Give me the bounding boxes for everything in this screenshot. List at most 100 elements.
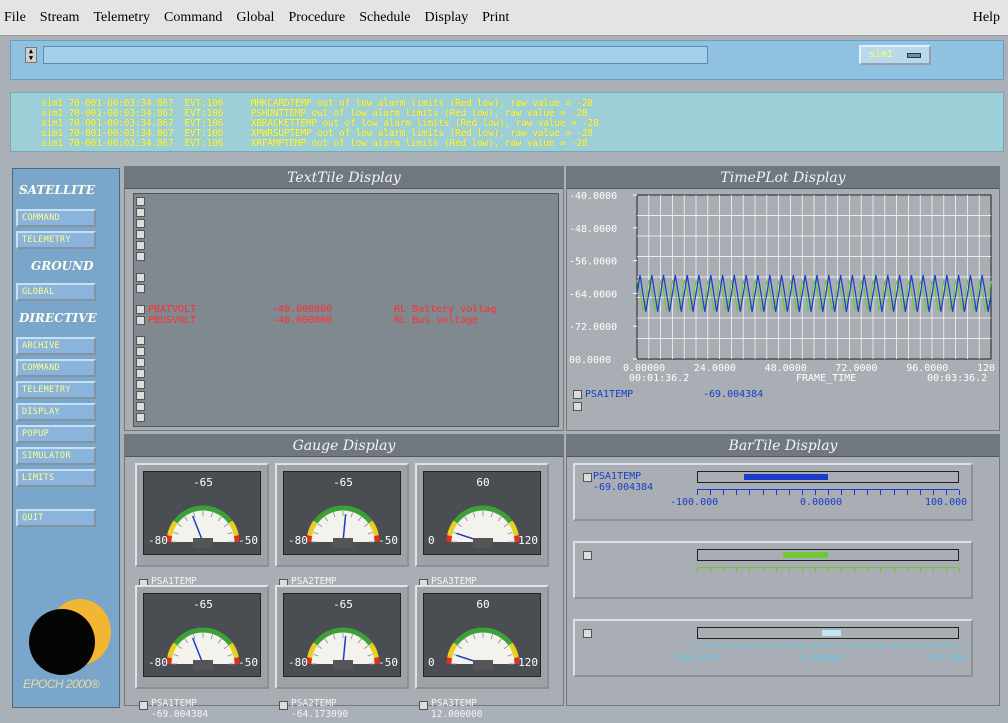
legend-row: PSA1TEMP -69.004384 xyxy=(573,389,993,401)
bar-axis-tick xyxy=(828,646,829,651)
gauge-min-label: 0 xyxy=(428,534,435,547)
row-checkbox[interactable] xyxy=(136,413,145,422)
row-checkbox[interactable] xyxy=(136,358,145,367)
gauge-checkbox[interactable] xyxy=(419,701,428,710)
bar-axis-min: -100.000 xyxy=(670,653,719,664)
nav-popup-button[interactable]: POPUP xyxy=(16,425,96,443)
legend-checkbox[interactable] xyxy=(573,390,582,399)
bar-axis-tick xyxy=(880,490,882,495)
bar-axis-tick xyxy=(801,490,803,495)
command-input[interactable] xyxy=(43,46,708,64)
menu-global[interactable]: Global xyxy=(236,10,274,26)
bar-checkbox[interactable] xyxy=(583,551,592,560)
row-checkbox[interactable] xyxy=(136,402,145,411)
bar-tile-panel: BarTile Display PSA1TEMP -69.004384 -100… xyxy=(566,434,1000,706)
bar-axis-tick xyxy=(801,646,803,651)
gauge-checkbox[interactable] xyxy=(279,701,288,710)
gauge-max-label: -50 xyxy=(238,534,258,547)
row-checkbox[interactable] xyxy=(136,208,145,217)
bar-cell: -100.000 0.00000 100.000 xyxy=(573,619,973,677)
menu-schedule[interactable]: Schedule xyxy=(359,10,410,26)
bar-axis-tick xyxy=(723,490,725,495)
row-checkbox[interactable] xyxy=(136,252,145,261)
bar-axis-tick xyxy=(723,568,725,573)
bar-axis-tick xyxy=(893,646,895,651)
bar-axis-tick xyxy=(906,646,908,651)
gauge-band xyxy=(446,535,453,543)
bar-axis-tick xyxy=(697,646,698,651)
row-checkbox[interactable] xyxy=(136,391,145,400)
panel-title: Gauge Display xyxy=(125,435,563,457)
nav-simulator-button[interactable]: SIMULATOR xyxy=(16,447,96,465)
bar-checkbox[interactable] xyxy=(583,629,592,638)
gauge-face: -80 -65 -50 xyxy=(283,593,401,677)
gauge-face: -80 -65 -50 xyxy=(143,593,261,677)
row-checkbox[interactable] xyxy=(136,380,145,389)
gauge-cell: -80-65-50 PSA1TEMP -69.004384 xyxy=(135,463,269,601)
row-checkbox[interactable] xyxy=(136,305,145,314)
bar-cell xyxy=(573,541,973,599)
gauge-band xyxy=(513,535,520,543)
row-checkbox[interactable] xyxy=(136,197,145,206)
nav-limits-button[interactable]: LIMITS xyxy=(16,469,96,487)
gauge-svg: -80 -65 -50 xyxy=(288,598,398,670)
row-checkbox[interactable] xyxy=(136,336,145,345)
row-checkbox[interactable] xyxy=(136,230,145,239)
gauge-band xyxy=(166,657,173,665)
bar-axis-tick xyxy=(906,490,908,495)
y-tick-label: -48.0000 xyxy=(569,224,617,235)
gauge-checkbox[interactable] xyxy=(139,701,148,710)
row-checkbox[interactable] xyxy=(136,316,145,325)
bar-track xyxy=(697,627,959,639)
row-checkbox[interactable] xyxy=(136,241,145,250)
bar-axis-tick xyxy=(841,490,843,495)
bar-axis-tick xyxy=(775,568,777,573)
legend-checkbox[interactable] xyxy=(573,402,582,411)
nav-ground-global-button[interactable]: GLOBAL xyxy=(16,283,96,301)
bar-axis-tick xyxy=(749,646,751,651)
bar-axis-tick xyxy=(959,568,960,573)
nav-satellite-command-button[interactable]: COMMAND xyxy=(16,209,96,227)
nav-display-button[interactable]: DISPLAY xyxy=(16,403,96,421)
gauge-mid-label: -65 xyxy=(333,598,353,611)
bar-axis-tick xyxy=(814,568,816,573)
menu-procedure[interactable]: Procedure xyxy=(288,10,345,26)
row-checkbox[interactable] xyxy=(136,347,145,356)
nav-satellite-telemetry-button[interactable]: TELEMETRY xyxy=(16,231,96,249)
menu-help[interactable]: Help xyxy=(973,10,1000,26)
bar-axis-tick xyxy=(697,490,698,495)
bar-axis-tick xyxy=(932,568,934,573)
gauge-band xyxy=(446,657,453,665)
bar-axis-tick xyxy=(893,568,895,573)
menu-file[interactable]: File xyxy=(4,10,26,26)
text-tile-row xyxy=(136,412,556,424)
menu-command[interactable]: Command xyxy=(164,10,222,26)
bar-axis-tick xyxy=(828,568,829,573)
menu-display[interactable]: Display xyxy=(425,10,469,26)
gauge-svg: -80 -65 -50 xyxy=(288,476,398,548)
row-checkbox[interactable] xyxy=(136,369,145,378)
nav-command-button[interactable]: COMMAND xyxy=(16,359,96,377)
gauge-mid-label: -65 xyxy=(333,476,353,489)
menu-telemetry[interactable]: Telemetry xyxy=(93,10,150,26)
bar-fill xyxy=(821,630,841,636)
gauge-hub xyxy=(473,660,493,670)
bar-axis-tick xyxy=(814,646,816,651)
row-checkbox[interactable] xyxy=(136,284,145,293)
stream-select[interactable]: sim1 xyxy=(859,45,931,65)
menu-stream[interactable]: Stream xyxy=(40,10,80,26)
gauge-band xyxy=(306,535,313,543)
x-axis-label: FRAME_TIME xyxy=(796,373,856,384)
event-log[interactable]: sim1 70-001-00:03:34.867 EVT:106 MHKCARD… xyxy=(10,92,1004,152)
gauge-min-label: -80 xyxy=(148,656,168,669)
row-checkbox[interactable] xyxy=(136,219,145,228)
bar-axis-tick xyxy=(945,490,947,495)
menu-print[interactable]: Print xyxy=(482,10,509,26)
nav-archive-button[interactable]: ARCHIVE xyxy=(16,337,96,355)
bar-axis-tick xyxy=(854,490,856,495)
nav-telemetry-button[interactable]: TELEMETRY xyxy=(16,381,96,399)
history-spinner[interactable]: ▲ ▼ xyxy=(25,47,37,63)
bar-checkbox[interactable] xyxy=(583,473,592,482)
quit-button[interactable]: QUIT xyxy=(16,509,96,527)
row-checkbox[interactable] xyxy=(136,273,145,282)
